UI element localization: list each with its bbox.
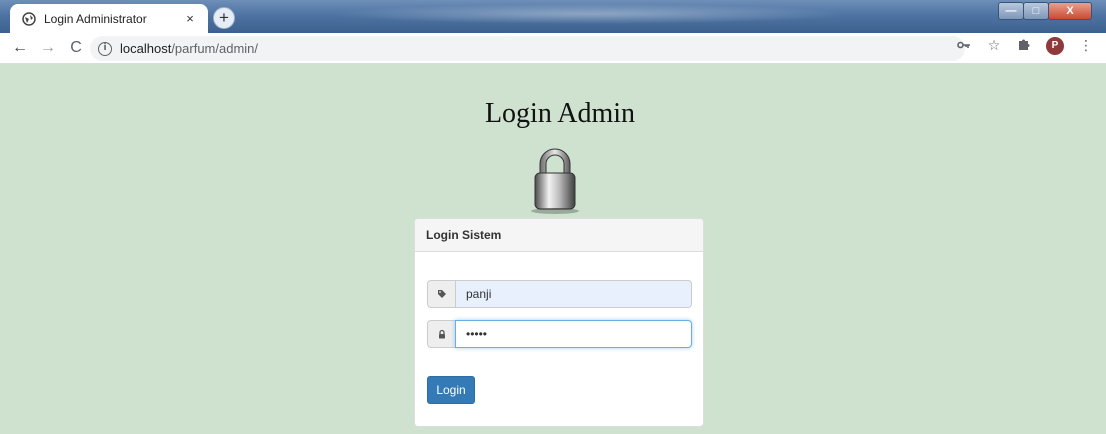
padlock-icon xyxy=(524,144,586,214)
key-icon[interactable] xyxy=(956,38,972,54)
reload-button[interactable]: C xyxy=(64,36,88,60)
puzzle-icon[interactable] xyxy=(1016,37,1032,55)
star-icon[interactable]: ☆ xyxy=(986,38,1002,54)
panel-heading: Login Sistem xyxy=(415,219,703,252)
login-button[interactable]: Login xyxy=(427,376,475,404)
maximize-button[interactable]: □ xyxy=(1023,2,1049,20)
profile-avatar[interactable]: P xyxy=(1046,37,1064,55)
url-text: localhost/parfum/admin/ xyxy=(120,41,258,56)
tag-icon xyxy=(427,280,455,308)
window-controls: — □ X xyxy=(998,2,1092,20)
browser-toolbar: ← → C i localhost/parfum/admin/ ☆ P ⋮ xyxy=(0,33,1106,64)
username-input[interactable] xyxy=(455,280,692,308)
titlebar-glow xyxy=(330,4,850,24)
window-titlebar: Login Administrator × + — □ X xyxy=(0,0,1106,33)
address-bar[interactable]: i localhost/parfum/admin/ xyxy=(90,36,965,61)
browser-tab[interactable]: Login Administrator × xyxy=(10,4,208,33)
toolbar-actions: ☆ P ⋮ xyxy=(956,37,1094,55)
close-window-button[interactable]: X xyxy=(1048,2,1092,20)
login-panel: Login Sistem Login xyxy=(414,218,704,427)
username-group xyxy=(427,280,692,308)
url-host: localhost xyxy=(120,41,172,56)
page-content: Login Admin Login Sistem panji ••••• Log… xyxy=(6,64,1100,434)
url-path: /parfum/admin/ xyxy=(171,41,259,56)
forward-button[interactable]: → xyxy=(36,36,60,60)
back-button[interactable]: ← xyxy=(8,36,32,60)
page-title: Login Admin xyxy=(484,98,636,129)
tab-title: Login Administrator xyxy=(44,11,147,26)
info-icon[interactable]: i xyxy=(98,41,112,56)
new-tab-button[interactable]: + xyxy=(213,7,235,29)
password-group xyxy=(427,320,692,348)
tab-close-icon[interactable]: × xyxy=(182,11,198,26)
more-icon[interactable]: ⋮ xyxy=(1078,38,1094,54)
minimize-button[interactable]: — xyxy=(998,2,1024,20)
password-input[interactable] xyxy=(455,320,692,348)
globe-icon xyxy=(22,11,36,26)
lock-icon xyxy=(427,320,455,348)
